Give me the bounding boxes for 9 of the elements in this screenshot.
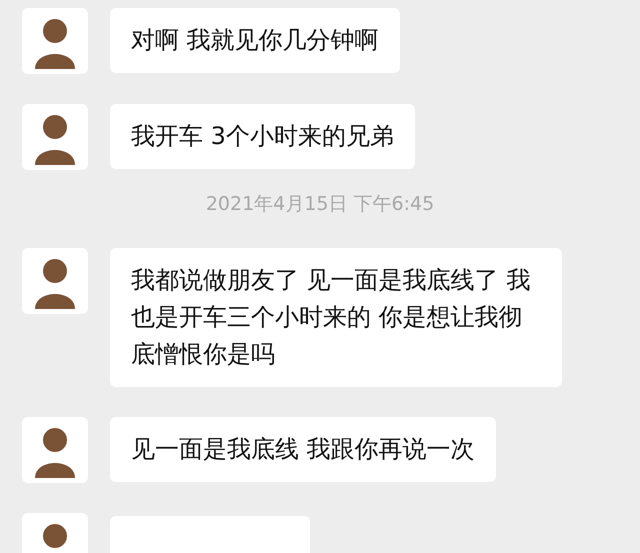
message-bubble: 对啊 我就见你几分钟啊 (110, 8, 400, 73)
message-bubble: 我开车 3个小时来的兄弟 (110, 104, 415, 169)
avatar-icon[interactable] (22, 248, 88, 314)
message-bubble: 见一面是我底线 我跟你再说一次 (110, 417, 496, 482)
avatar-icon[interactable] (22, 104, 88, 170)
avatar-icon[interactable] (22, 8, 88, 74)
timestamp: 2021年4月15日 下午6:45 (206, 192, 434, 216)
message-bubble: 我都说做朋友了 见一面是我底线了 我也是开车三个小时来的 你是想让我彻底憎恨你是吗 (110, 248, 562, 387)
avatar-icon[interactable] (22, 417, 88, 483)
